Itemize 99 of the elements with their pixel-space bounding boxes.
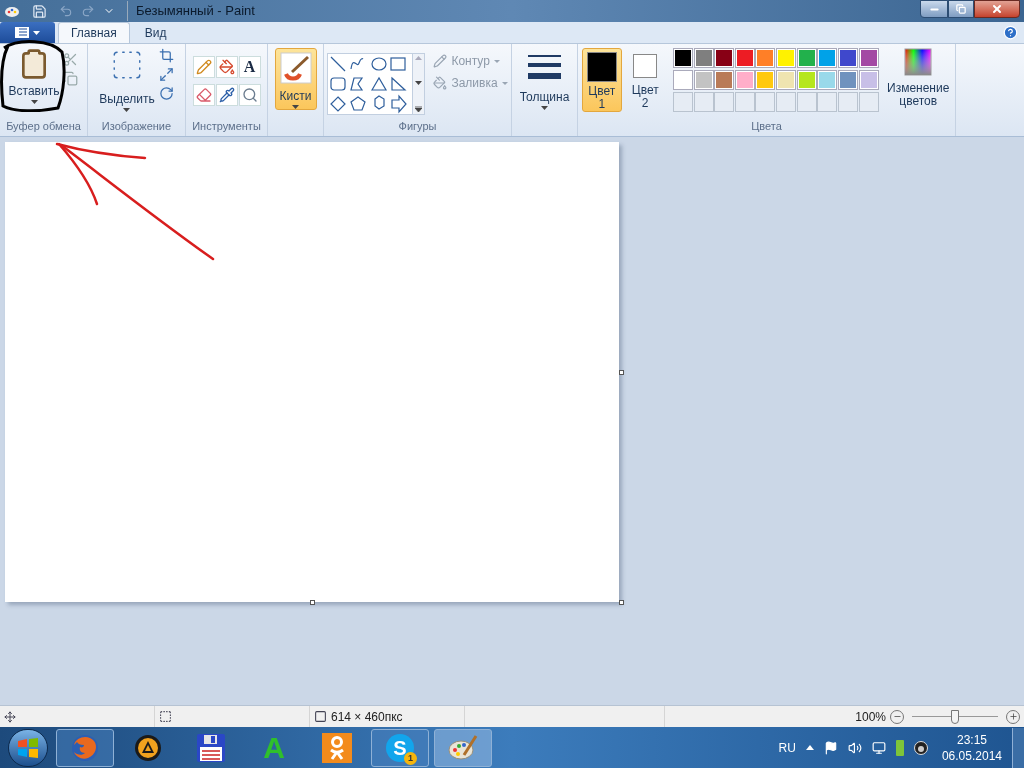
undo-icon[interactable] (59, 4, 73, 18)
ribbon-tab[interactable]: Вид (132, 22, 179, 43)
language-indicator[interactable]: RU (778, 738, 796, 757)
group-label: Инструменты (192, 118, 261, 134)
resize-handle[interactable] (619, 600, 624, 605)
zoom-value: 100% (855, 708, 886, 726)
round-icon[interactable] (913, 740, 928, 755)
paint-bucket-icon[interactable] (215, 56, 238, 78)
palette-swatch[interactable] (858, 70, 879, 90)
slider-thumb[interactable] (951, 709, 959, 724)
palette-swatch[interactable] (734, 48, 755, 68)
size-button[interactable]: Толщина (519, 48, 570, 110)
edit-colors-button[interactable]: Изменение цветов (885, 48, 951, 108)
selection-size-icon (159, 710, 172, 723)
minimize-button[interactable] (920, 0, 948, 18)
palette-swatch[interactable] (755, 70, 776, 90)
palette-swatch[interactable] (776, 48, 797, 68)
close-button[interactable] (974, 0, 1020, 18)
palette-swatch[interactable] (776, 70, 797, 90)
caret-icon (292, 105, 299, 109)
network-icon[interactable] (871, 740, 886, 755)
scissors-icon[interactable] (63, 52, 78, 67)
globe-icon (70, 732, 100, 763)
caret-icon (33, 30, 40, 35)
group-label: Фигуры (398, 118, 437, 134)
select-button[interactable]: Выделить (99, 48, 155, 112)
magnifier-icon[interactable] (238, 84, 261, 106)
letter-icon: A (263, 732, 285, 763)
pencil-icon[interactable] (192, 56, 215, 78)
group-label: Изображение (101, 118, 172, 134)
document-icon (15, 27, 29, 38)
group-label: Буфер обмена (6, 118, 81, 134)
brush-icon (279, 52, 312, 84)
caret-icon (541, 106, 548, 110)
canvas-size: 614 × 460пкс (331, 708, 403, 726)
palette-swatch[interactable] (714, 70, 735, 90)
eraser-icon[interactable] (192, 84, 215, 106)
caret-icon (493, 59, 500, 63)
palette-swatch[interactable] (796, 48, 817, 68)
taskbar-button[interactable] (56, 728, 114, 767)
usb-drive-icon[interactable] (895, 739, 904, 756)
palette-swatch[interactable] (755, 48, 776, 68)
palette-swatch[interactable] (838, 70, 859, 90)
taskbar-button[interactable] (434, 728, 492, 767)
palette-swatch[interactable] (693, 48, 714, 68)
palette-swatch[interactable] (858, 48, 879, 68)
speaker-icon[interactable] (847, 740, 862, 755)
restore-icon (956, 4, 966, 14)
zoom-slider[interactable] (912, 709, 998, 724)
expand-icon[interactable] (415, 106, 423, 112)
windows-logo-icon (17, 737, 39, 758)
flag-icon[interactable] (823, 740, 838, 755)
pipette-icon[interactable] (215, 84, 238, 106)
show-hidden-icons[interactable] (805, 745, 814, 750)
start-button[interactable] (8, 728, 48, 767)
palette-swatch[interactable] (672, 70, 693, 90)
color-2-button[interactable]: Цвет 2 (625, 48, 665, 112)
clock-time[interactable]: 23:15 (956, 731, 987, 748)
paint-bucket-icon (433, 76, 448, 90)
circle-annotation (0, 40, 66, 112)
close-icon (991, 3, 1003, 15)
palette-swatch[interactable] (693, 70, 714, 90)
pencil-icon (433, 54, 448, 68)
palette-swatch[interactable] (817, 70, 838, 90)
canvas-size-icon (314, 710, 327, 723)
palette-swatch[interactable] (838, 48, 859, 68)
save-icon[interactable] (32, 3, 47, 19)
group-label: Цвета (751, 118, 782, 134)
line-weights-icon (528, 55, 561, 81)
ribbon-tab[interactable]: Главная (58, 22, 130, 43)
palette-swatch[interactable] (796, 70, 817, 90)
color-1-button[interactable]: Цвет 1 (582, 48, 622, 112)
rotate-icon[interactable] (158, 86, 174, 101)
caret-icon (30, 100, 38, 104)
cursor-position-icon (4, 710, 16, 723)
brushes-button[interactable]: Кисти (274, 48, 317, 110)
help-icon[interactable] (1003, 25, 1018, 40)
plus-icon (1008, 712, 1018, 721)
caret-icon (123, 108, 131, 112)
resize-handle[interactable] (310, 600, 315, 605)
figure-icon (322, 732, 352, 763)
spectrum-icon (904, 48, 933, 76)
show-desktop-button[interactable] (1012, 727, 1024, 768)
palette-swatch[interactable] (817, 48, 838, 68)
palette-swatch[interactable] (672, 48, 693, 68)
resize-icon[interactable] (158, 67, 174, 82)
scroll-down-icon (415, 81, 423, 85)
caret-icon (501, 81, 508, 85)
window-title: Безымянный - Paint (127, 1, 255, 21)
paste-button[interactable]: Вставить (9, 48, 59, 104)
palette-swatch[interactable] (714, 48, 735, 68)
resize-handle[interactable] (619, 370, 624, 375)
palette-swatch[interactable] (734, 70, 755, 90)
app-menu-button[interactable] (0, 22, 55, 43)
text-tool-button[interactable]: A (238, 56, 261, 78)
crop-icon[interactable] (158, 48, 174, 63)
restore-button[interactable] (948, 0, 974, 18)
clock-date[interactable]: 06.05.2014 (941, 747, 1002, 764)
copy-icon[interactable] (63, 71, 78, 86)
